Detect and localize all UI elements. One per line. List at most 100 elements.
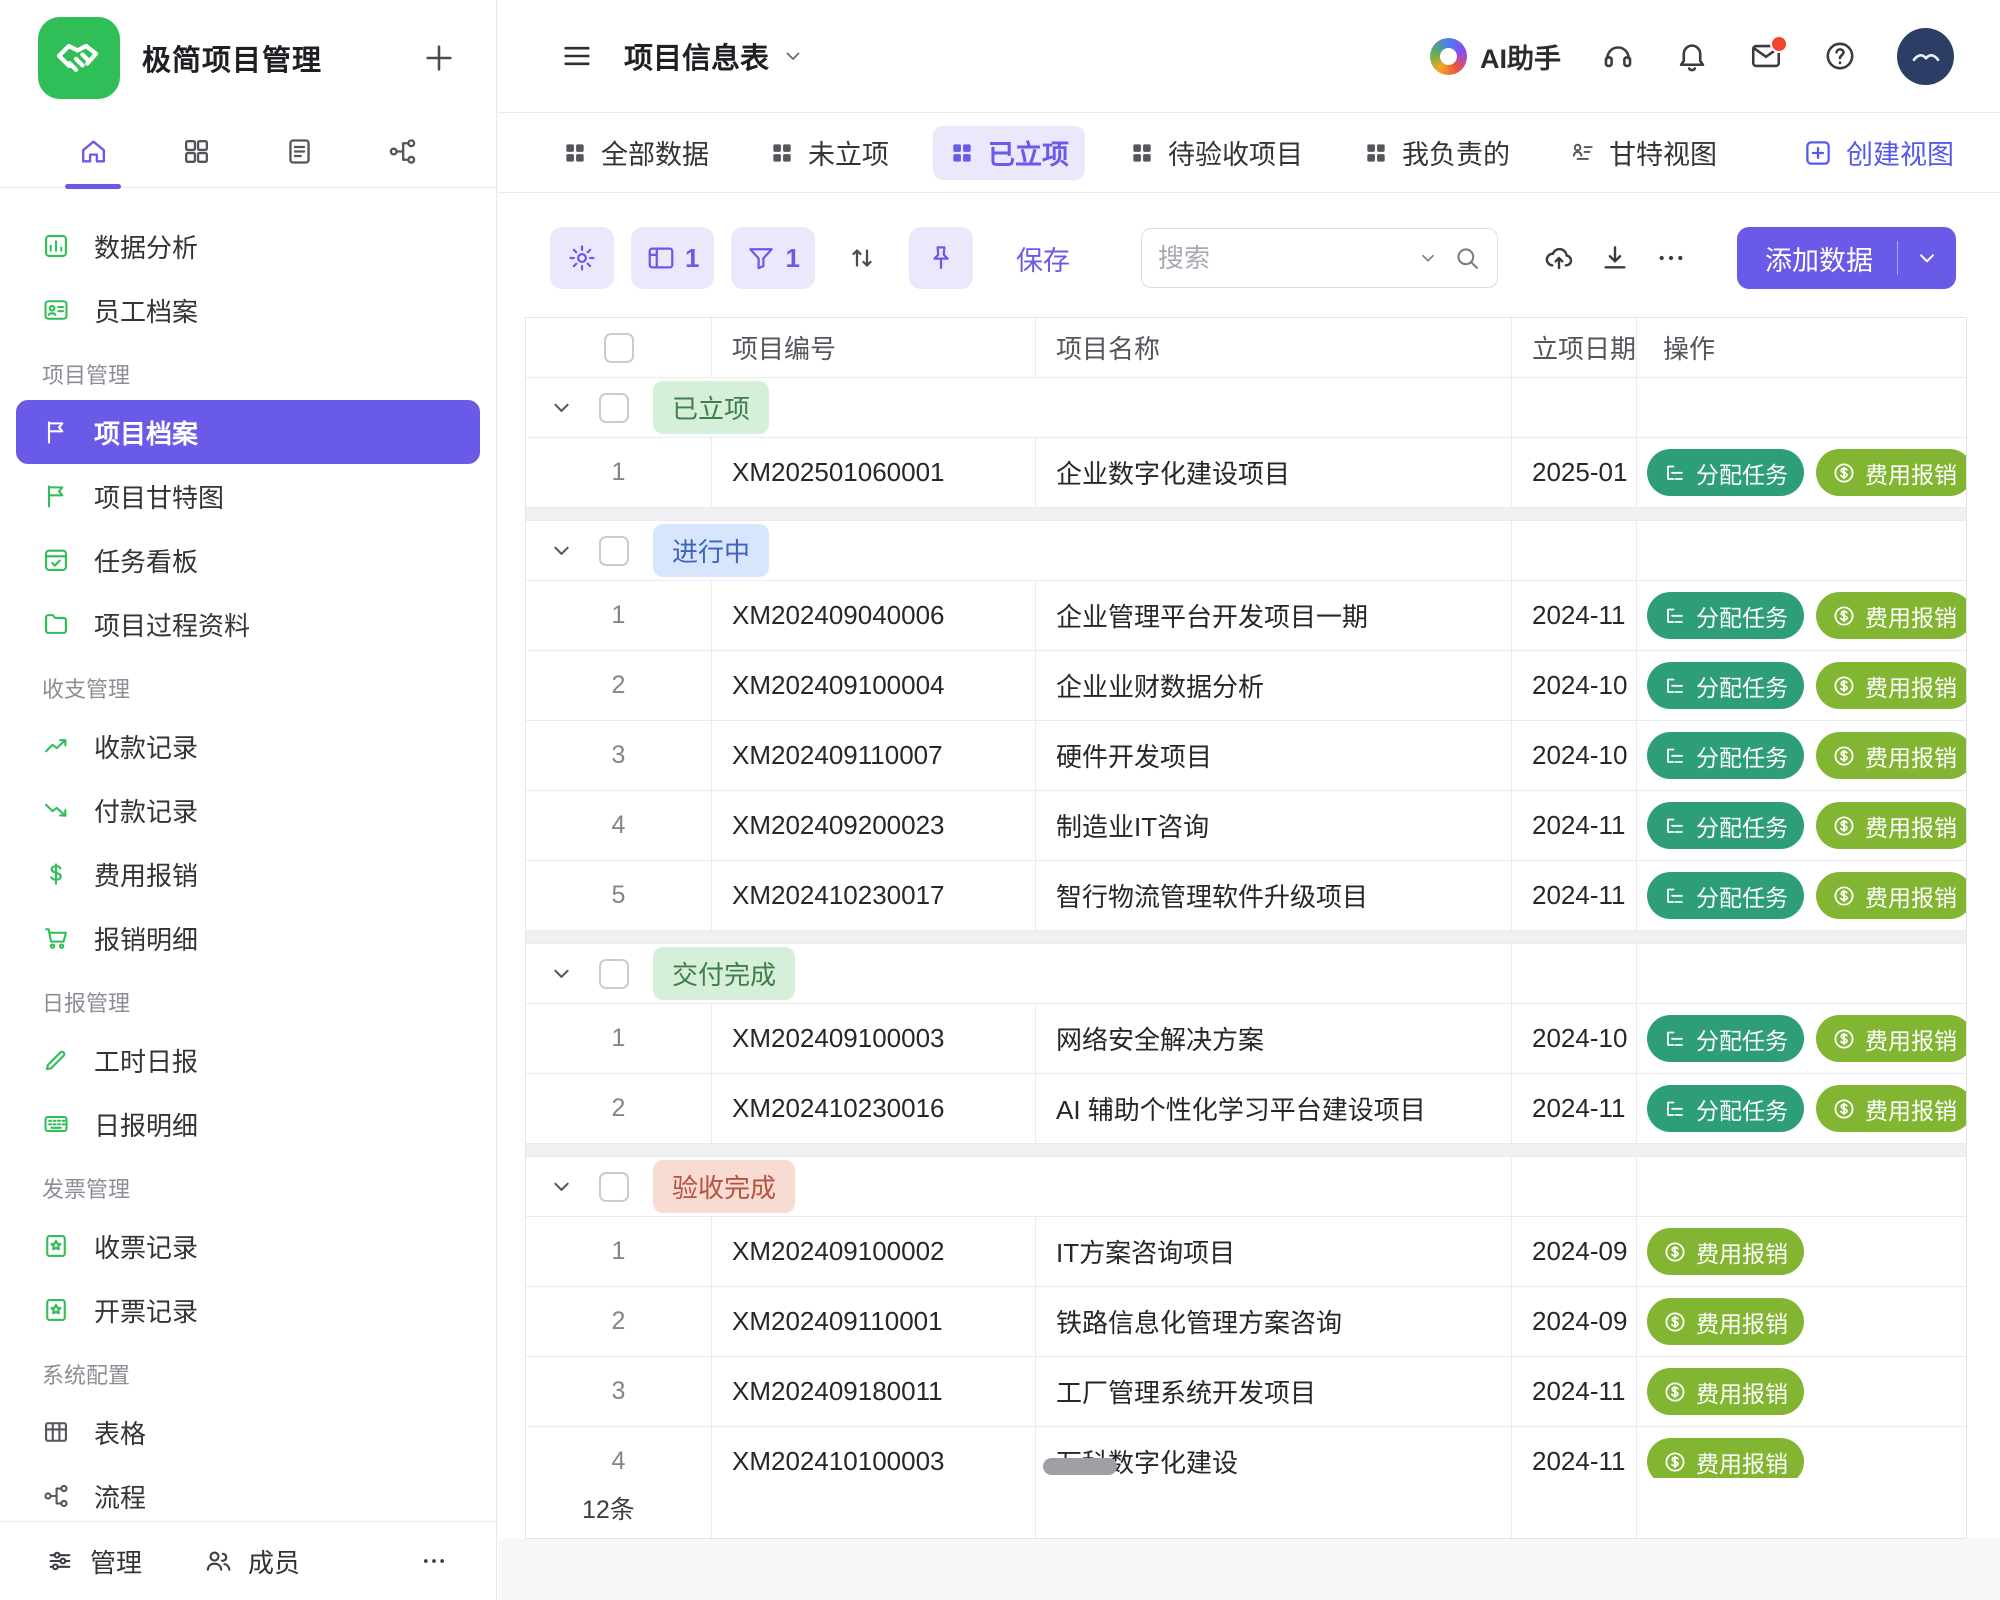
collapse-group-button[interactable] xyxy=(548,960,575,987)
sidebar-more-button[interactable] xyxy=(420,1547,448,1575)
collapse-group-button[interactable] xyxy=(548,394,575,421)
sidebar-item[interactable]: 收票记录 xyxy=(16,1214,480,1278)
project-date-cell[interactable]: 2024-11 xyxy=(1512,1427,1637,1478)
assign-task-button[interactable]: 分配任务 xyxy=(1647,802,1804,849)
assign-task-button[interactable]: 分配任务 xyxy=(1647,449,1804,496)
sidebar-item[interactable]: 报销明细 xyxy=(16,906,480,970)
sidebar-item[interactable]: 费用报销 xyxy=(16,842,480,906)
view-tab[interactable]: 甘特视图 xyxy=(1554,126,1733,180)
group-checkbox[interactable] xyxy=(599,959,629,989)
project-date-cell[interactable]: 2024-09 xyxy=(1512,1217,1637,1286)
project-code-cell[interactable]: XM202409200023 xyxy=(712,791,1036,860)
sidebar-item[interactable]: 开票记录 xyxy=(16,1278,480,1342)
column-header-name[interactable]: 项目名称 xyxy=(1036,318,1512,377)
group-checkbox[interactable] xyxy=(599,536,629,566)
view-tab[interactable]: 未立项 xyxy=(753,126,905,180)
project-code-cell[interactable]: XM202501060001 xyxy=(712,438,1036,507)
expense-report-button[interactable]: 费用报销 xyxy=(1816,662,1966,709)
project-name-cell[interactable]: 网络安全解决方案 xyxy=(1036,1004,1512,1073)
project-date-cell[interactable]: 2024-11 xyxy=(1512,1357,1637,1426)
search-icon[interactable] xyxy=(1453,244,1481,272)
page-title-wrap[interactable]: 项目信息表 xyxy=(624,35,805,77)
manage-button[interactable]: 管理 xyxy=(46,1543,142,1580)
sidebar-item[interactable]: 任务看板 xyxy=(16,528,480,592)
user-avatar[interactable] xyxy=(1897,28,1954,85)
save-button[interactable]: 保存 xyxy=(1016,239,1070,278)
expense-report-button[interactable]: 费用报销 xyxy=(1647,1228,1804,1275)
sidebar-item[interactable]: 日报明细 xyxy=(16,1092,480,1156)
project-name-cell[interactable]: 硬件开发项目 xyxy=(1036,721,1512,790)
project-code-cell[interactable]: XM202409100004 xyxy=(712,651,1036,720)
project-date-cell[interactable]: 2024-11 xyxy=(1512,791,1637,860)
create-view-button[interactable]: 创建视图 xyxy=(1803,133,1954,172)
assign-task-button[interactable]: 分配任务 xyxy=(1647,592,1804,639)
add-data-dropdown-button[interactable] xyxy=(1898,245,1956,271)
inbox-button[interactable] xyxy=(1749,39,1783,73)
sidebar-item[interactable]: 项目档案 xyxy=(16,400,480,464)
notifications-button[interactable] xyxy=(1675,39,1709,73)
project-date-cell[interactable]: 2024-10 xyxy=(1512,1004,1637,1073)
field-config-button[interactable]: 1 xyxy=(631,227,714,289)
column-header-date[interactable]: 立项日期 xyxy=(1512,318,1637,377)
project-code-cell[interactable]: XM202409040006 xyxy=(712,581,1036,650)
project-code-cell[interactable]: XM202409100003 xyxy=(712,1004,1036,1073)
collapse-group-button[interactable] xyxy=(548,1173,575,1200)
expense-report-button[interactable]: 费用报销 xyxy=(1816,802,1966,849)
add-app-button[interactable] xyxy=(422,41,456,75)
horizontal-scrollbar-thumb[interactable] xyxy=(1043,1458,1117,1475)
expense-report-button[interactable]: 费用报销 xyxy=(1816,872,1966,919)
project-name-cell[interactable]: 铁路信息化管理方案咨询 xyxy=(1036,1287,1512,1356)
sidebar-tab-flow[interactable] xyxy=(370,116,436,188)
assign-task-button[interactable]: 分配任务 xyxy=(1647,662,1804,709)
expense-report-button[interactable]: 费用报销 xyxy=(1816,592,1966,639)
assign-task-button[interactable]: 分配任务 xyxy=(1647,872,1804,919)
project-code-cell[interactable]: XM202410230017 xyxy=(712,861,1036,930)
project-name-cell[interactable]: 工厂管理系统开发项目 xyxy=(1036,1357,1512,1426)
expense-report-button[interactable]: 费用报销 xyxy=(1816,732,1966,779)
project-code-cell[interactable]: XM202409100002 xyxy=(712,1217,1036,1286)
view-tab[interactable]: 全部数据 xyxy=(546,126,725,180)
select-all-checkbox[interactable] xyxy=(604,333,634,363)
view-tab[interactable]: 已立项 xyxy=(933,126,1085,180)
import-button[interactable] xyxy=(1543,242,1575,274)
assign-task-button[interactable]: 分配任务 xyxy=(1647,1015,1804,1062)
assign-task-button[interactable]: 分配任务 xyxy=(1647,732,1804,779)
expense-report-button[interactable]: 费用报销 xyxy=(1816,1085,1966,1132)
support-button[interactable] xyxy=(1601,39,1635,73)
search-scope-chevron-icon[interactable] xyxy=(1417,247,1439,269)
sidebar-item[interactable]: 员工档案 xyxy=(16,278,480,342)
filter-button[interactable]: 1 xyxy=(731,227,814,289)
project-name-cell[interactable]: 企业业财数据分析 xyxy=(1036,651,1512,720)
hamburger-menu-button[interactable] xyxy=(560,39,594,73)
view-tab[interactable]: 我负责的 xyxy=(1347,126,1526,180)
project-date-cell[interactable]: 2024-09 xyxy=(1512,1287,1637,1356)
view-tab[interactable]: 待验收项目 xyxy=(1113,126,1319,180)
project-code-cell[interactable]: XM202409180011 xyxy=(712,1357,1036,1426)
project-date-cell[interactable]: 2024-11 xyxy=(1512,1074,1637,1143)
sidebar-tab-grid[interactable] xyxy=(163,116,229,188)
sidebar-item[interactable]: 付款记录 xyxy=(16,778,480,842)
sidebar-item[interactable]: 项目甘特图 xyxy=(16,464,480,528)
project-date-cell[interactable]: 2024-10 xyxy=(1512,721,1637,790)
sidebar-item[interactable]: 表格 xyxy=(16,1400,480,1464)
sidebar-tab-home[interactable] xyxy=(60,116,126,188)
expense-report-button[interactable]: 费用报销 xyxy=(1647,1298,1804,1345)
more-actions-button[interactable] xyxy=(1655,242,1687,274)
expense-report-button[interactable]: 费用报销 xyxy=(1816,1015,1966,1062)
export-button[interactable] xyxy=(1599,242,1631,274)
project-name-cell[interactable]: 企业管理平台开发项目一期 xyxy=(1036,581,1512,650)
settings-button[interactable] xyxy=(550,227,614,289)
project-code-cell[interactable]: XM202409110007 xyxy=(712,721,1036,790)
assign-task-button[interactable]: 分配任务 xyxy=(1647,1085,1804,1132)
sidebar-item[interactable]: 项目过程资料 xyxy=(16,592,480,656)
expense-report-button[interactable]: 费用报销 xyxy=(1647,1368,1804,1415)
add-data-button[interactable]: 添加数据 xyxy=(1737,239,1897,278)
expense-report-button[interactable]: 费用报销 xyxy=(1816,449,1966,496)
project-code-cell[interactable]: XM202410100003 xyxy=(712,1427,1036,1478)
sidebar-item[interactable]: 流程 xyxy=(16,1464,480,1521)
project-date-cell[interactable]: 2024-11 xyxy=(1512,581,1637,650)
group-checkbox[interactable] xyxy=(599,393,629,423)
collapse-group-button[interactable] xyxy=(548,537,575,564)
expense-report-button[interactable]: 费用报销 xyxy=(1647,1438,1804,1478)
project-date-cell[interactable]: 2024-11 xyxy=(1512,861,1637,930)
